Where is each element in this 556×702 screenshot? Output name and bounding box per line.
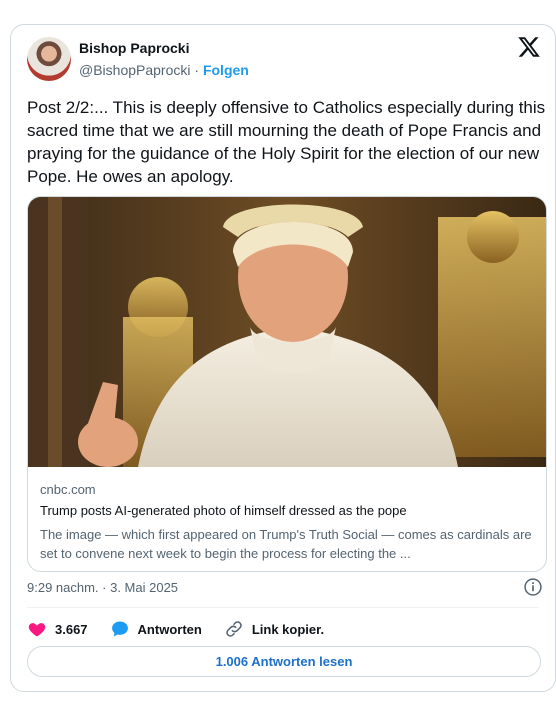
link-title[interactable]: Trump posts AI-generated photo of himsel… (40, 503, 407, 518)
article-image (28, 197, 546, 467)
link-icon (226, 621, 242, 637)
link-preview-card[interactable]: cnbc.com Trump posts AI-generated photo … (27, 196, 547, 572)
action-bar: 3.667 Antworten Link kopier. (27, 617, 346, 641)
divider (27, 607, 539, 608)
follow-button[interactable]: Folgen (203, 62, 249, 78)
copy-link-button[interactable]: Link kopier. (224, 619, 324, 639)
reply-label: Antworten (137, 621, 202, 637)
info-icon[interactable] (523, 577, 543, 597)
read-replies-button[interactable]: 1.006 Antworten lesen (27, 646, 541, 677)
timestamp[interactable]: 9:29 nachm. · 3. Mai 2025 (27, 580, 178, 595)
author-handle-row: @BishopPaprocki · Folgen (79, 62, 249, 78)
like-count: 3.667 (55, 621, 88, 637)
handle-separator: · (194, 62, 200, 78)
link-description: The image — which first appeared on Trum… (40, 527, 532, 561)
speech-bubble-icon (111, 621, 128, 637)
tweet-text: Post 2/2:... This is deeply offensive to… (27, 98, 546, 186)
heart-icon (28, 623, 46, 637)
link-domain: cnbc.com (40, 482, 96, 497)
copy-link-label: Link kopier. (251, 621, 325, 637)
reply-button[interactable]: Antworten (110, 619, 202, 639)
x-logo-icon[interactable] (517, 35, 541, 59)
author-avatar[interactable] (27, 37, 71, 81)
author-name[interactable]: Bishop Paprocki (79, 40, 189, 56)
like-button[interactable]: 3.667 (27, 619, 88, 639)
author-handle[interactable]: @BishopPaprocki (79, 62, 191, 78)
tweet-card: Bishop Paprocki @BishopPaprocki · Folgen… (10, 24, 556, 692)
